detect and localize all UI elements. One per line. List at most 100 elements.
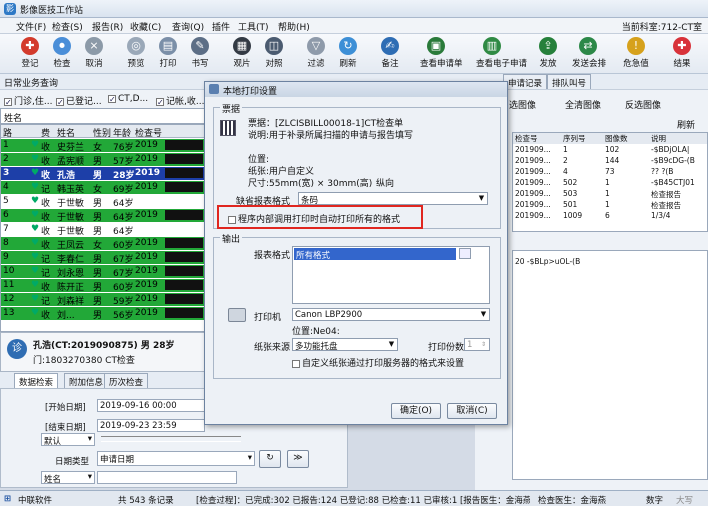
refresh-search-button[interactable]: ↻ [259, 450, 281, 468]
menu-report[interactable]: 报告(R) [92, 20, 123, 33]
table-row[interactable]: 10 记刘永恩男 67岁 2019 ♥ [1, 265, 204, 279]
table-row[interactable]: 11 收陈开正男 60岁 2019 ♥ [1, 279, 204, 293]
table-row[interactable]: 1 收史芬兰女 76岁 2019 ♥ [1, 139, 204, 153]
note-button[interactable]: ✍ 备注 [374, 37, 406, 71]
menu-file[interactable]: 文件(F) [16, 20, 46, 33]
filter-billing-checkbox[interactable] [156, 97, 164, 106]
filter-modality[interactable]: CT,D... [108, 94, 148, 104]
grid-cell-age: 57岁 [113, 157, 134, 167]
tab-queue-calling[interactable]: 排队叫号 [547, 74, 592, 89]
stepper-arrows-icon[interactable]: ⇕ [479, 340, 488, 349]
start-date-input[interactable]: 2019-09-16 00:00 [97, 399, 205, 412]
grid-header-cell[interactable]: 路 [3, 126, 12, 139]
paper-source-select[interactable]: 多功能托盘 ▼ [292, 338, 398, 352]
table-row[interactable]: 6 收于世敏男 64岁 2019 ♥ [1, 209, 204, 223]
menu-query[interactable]: 查询(Q) [172, 20, 204, 33]
menu-plugins[interactable]: 插件 [212, 20, 230, 33]
report-format-list[interactable]: 所有格式 [292, 246, 490, 304]
refresh-button[interactable]: ↻ 刷新 [332, 37, 364, 71]
grid-header-cell[interactable]: 年龄 [113, 126, 131, 139]
table-row[interactable]: 8 收王凤云女 60岁 2019 ♥ [1, 237, 204, 251]
table-row[interactable]: 3 收孔浩 男 28岁 2019 ♥ [1, 167, 204, 181]
tab-application-records[interactable]: 申请记录 [503, 74, 548, 89]
end-date-input[interactable]: 2019-09-23 23:59 [97, 419, 205, 432]
date-type-select[interactable]: 申请日期 ▾ [97, 451, 255, 466]
write-button[interactable]: ✎ 书写 [184, 37, 216, 71]
name-filter-input[interactable]: 姓名 [0, 108, 205, 124]
series-header-cell[interactable]: 说明 [651, 133, 666, 144]
series-row[interactable]: 201909... 502 1 -$B45CTJ01 [513, 178, 707, 189]
barcode-icon [220, 120, 236, 136]
filter-status[interactable]: 已登记... [56, 94, 102, 107]
compare-button[interactable]: ◫ 对照 [258, 37, 290, 71]
printer-select[interactable]: Canon LBP2900 ▼ [292, 308, 490, 321]
register-button[interactable]: ✚ 登记 [14, 37, 46, 71]
status-icon: ♥ [31, 308, 40, 318]
table-row[interactable]: 5 收于世敏男 64岁 ♥ [1, 195, 204, 209]
custom-paper-checkbox[interactable] [292, 359, 300, 368]
preview-button[interactable]: ◎ 预览 [120, 37, 152, 71]
filter-source[interactable]: 门诊,住... [4, 94, 52, 107]
edit-format-icon[interactable] [459, 248, 471, 259]
result-button[interactable]: ✚ 结果 [666, 37, 698, 71]
table-row[interactable]: 13 收刘... 男 56岁 2019 ♥ [1, 307, 204, 321]
menu-favorites[interactable]: 收藏(C) [130, 20, 161, 33]
send-consult-button[interactable]: ⇄ 发送会排 [572, 37, 606, 71]
check-button[interactable]: ⏺ 检查 [46, 37, 78, 71]
series-row[interactable]: 201909... 4 73 ?? ?(B [513, 167, 707, 178]
release-button[interactable]: ⇪ 发放 [532, 37, 564, 71]
series-row[interactable]: 201909... 1 102 -$BDjOLA| [513, 145, 707, 156]
series-row[interactable]: 201909... 2 144 -$B9cDG-(B [513, 156, 707, 167]
filter-button[interactable]: ▽ 过滤 [300, 37, 332, 71]
print-button[interactable]: ▤ 打印 [152, 37, 184, 71]
copies-stepper[interactable]: 1 ⇕ [464, 338, 490, 351]
menu-help[interactable]: 帮助(H) [278, 20, 310, 33]
date-range-slider[interactable] [101, 436, 241, 442]
series-header-cell[interactable]: 图像数 [605, 133, 628, 144]
series-cell: 2 [563, 156, 568, 165]
table-row[interactable]: 9 记李春仁男 67岁 2019 ♥ [1, 251, 204, 265]
default-select[interactable]: 默认 ▾ [41, 433, 95, 447]
view-e-request-button[interactable]: ▥ 查看电子申请 [476, 37, 527, 71]
series-row[interactable]: 201909... 503 1 检查报告 [513, 189, 707, 200]
complete-button[interactable]: ✔完成 [702, 37, 708, 71]
custom-paper-option[interactable]: 自定义纸张通过打印服务器的格式来设置 [292, 356, 464, 369]
clear-images-button[interactable]: 全清图像 [565, 98, 601, 111]
default-format-select[interactable]: 条码 ▼ [298, 192, 488, 206]
table-row[interactable]: 2 收孟宪顺男 57岁 2019 ♥ [1, 153, 204, 167]
filter-modality-checkbox[interactable] [108, 94, 116, 103]
tab-data-search[interactable]: 数据检索 [14, 373, 59, 388]
cancel-button[interactable]: ⨯ 取消 [78, 37, 110, 71]
critical-value-button[interactable]: ! 危急值 [620, 37, 652, 71]
filter-status-checkbox[interactable] [56, 97, 64, 106]
report-format-item[interactable]: 所有格式 [294, 248, 456, 261]
grid-header-cell[interactable]: 性别 [93, 126, 111, 139]
cancel-button[interactable]: 取消(C) [447, 403, 497, 419]
view-film-button[interactable]: ▦ 观片 [226, 37, 258, 71]
name-search-input[interactable] [97, 471, 237, 484]
end-date-label: [结束日期] [45, 423, 86, 433]
series-header-cell[interactable]: 序列号 [563, 133, 586, 144]
filter-source-checkbox[interactable] [4, 97, 12, 106]
name-field-select[interactable]: 姓名 ▾ [41, 471, 95, 485]
right-refresh-button[interactable]: 刷新 [677, 118, 695, 131]
series-row[interactable]: 201909... 501 1 检查报告 [513, 200, 707, 211]
table-row[interactable]: 4 记韩玉英女 69岁 2019 ♥ [1, 181, 204, 195]
grid-header-cell[interactable]: 检查号 [135, 126, 162, 139]
expand-button[interactable]: ≫ [287, 450, 309, 468]
tab-additional-info[interactable]: 附加信息 [64, 373, 109, 388]
grid-header-cell[interactable]: 姓名 [57, 126, 75, 139]
tab-history[interactable]: 历次检查 [104, 373, 149, 388]
series-header-cell[interactable]: 检查号 [515, 133, 538, 144]
table-row[interactable]: 12 记刘森祥男 59岁 2019 ♥ [1, 293, 204, 307]
ok-button[interactable]: 确定(O) [391, 403, 441, 419]
select-images-button[interactable]: 选图像 [509, 98, 536, 111]
grid-header-cell[interactable]: 费 [41, 126, 50, 139]
invert-images-button[interactable]: 反选图像 [625, 98, 661, 111]
menu-tools[interactable]: 工具(T) [238, 20, 269, 33]
menu-exam[interactable]: 检查(S) [52, 20, 83, 33]
series-row[interactable]: 201909... 1009 6 1/3/4 [513, 211, 707, 222]
view-request-button[interactable]: ▣ 查看申请单 [420, 37, 463, 71]
table-row[interactable]: 7 收于世敏男 64岁 ♥ [1, 223, 204, 237]
filter-billing[interactable]: 记帐,收... [156, 94, 204, 107]
